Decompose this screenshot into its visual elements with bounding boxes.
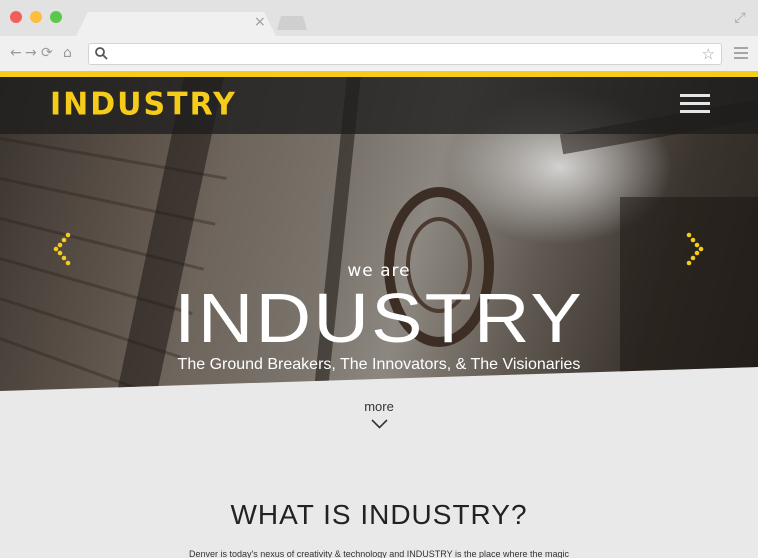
- tab-close-icon[interactable]: ×: [254, 14, 266, 30]
- site-header: INDUSTRY: [0, 77, 758, 134]
- more-link[interactable]: more: [0, 399, 758, 414]
- section-heading: WHAT IS INDUSTRY?: [230, 499, 528, 530]
- address-bar[interactable]: ☆: [88, 43, 722, 65]
- section-body-text: Denver is today's nexus of creativity & …: [188, 549, 570, 558]
- close-window-button[interactable]: [10, 11, 22, 23]
- browser-toolbar: ← → ⟳ ⌂ ☆: [0, 36, 758, 71]
- hamburger-menu-icon[interactable]: [680, 94, 710, 118]
- expand-icon[interactable]: ⤢: [732, 10, 748, 26]
- home-icon[interactable]: ⌂: [63, 44, 72, 62]
- chevron-down-icon[interactable]: [371, 419, 388, 429]
- forward-icon[interactable]: →: [25, 44, 37, 62]
- star-icon[interactable]: ☆: [702, 44, 715, 64]
- active-tab[interactable]: [76, 12, 276, 36]
- maximize-window-button[interactable]: [50, 11, 62, 23]
- search-icon: [95, 47, 108, 60]
- site-logo[interactable]: INDUSTRY: [50, 86, 237, 123]
- reload-icon[interactable]: ⟳: [41, 44, 53, 62]
- web-page: INDUSTRY we are INDUSTRY The Ground Brea…: [0, 71, 758, 558]
- hero-subtitle: The Ground Breakers, The Innovators, & T…: [177, 356, 581, 373]
- browser-menu-icon[interactable]: [734, 47, 748, 62]
- new-tab-button[interactable]: [277, 16, 307, 30]
- hero-title: INDUSTRY: [174, 279, 584, 357]
- minimize-window-button[interactable]: [30, 11, 42, 23]
- tab-strip: × ⤢: [0, 0, 758, 36]
- browser-chrome: × ⤢ ← → ⟳ ⌂ ☆: [0, 0, 758, 71]
- chevron-left-icon[interactable]: [49, 232, 73, 266]
- back-icon[interactable]: ←: [10, 44, 22, 62]
- chevron-right-icon[interactable]: [684, 232, 708, 266]
